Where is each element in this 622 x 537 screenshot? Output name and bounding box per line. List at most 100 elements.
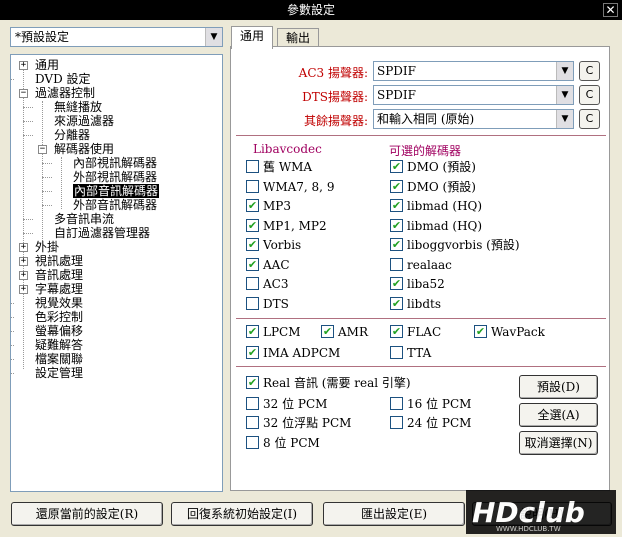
decoder-checkbox[interactable]: DTS — [246, 296, 289, 312]
checkbox-box[interactable] — [246, 436, 259, 449]
tree-item[interactable]: 外部視訊解碼器 — [73, 170, 157, 184]
decoder-checkbox[interactable]: ✔ liba52 — [390, 277, 445, 292]
decoder-checkbox[interactable]: 舊 WMA — [246, 160, 312, 175]
side-button[interactable]: 預設(D) — [519, 375, 598, 399]
decoder-checkbox[interactable]: ✔ IMA ADPCM — [246, 346, 340, 361]
tree-item[interactable]: 多音訊串流 — [54, 212, 114, 226]
tree-item[interactable]: 視訊處理 — [35, 254, 83, 268]
checkbox-box[interactable] — [246, 179, 259, 193]
tree-item[interactable]: 視覺效果 — [35, 296, 83, 310]
tree-item[interactable]: 字幕處理 — [35, 282, 83, 296]
decoder-checkbox[interactable]: AC3 — [246, 277, 288, 292]
tree-item[interactable]: 來源過濾器 — [54, 114, 114, 128]
bottom-button[interactable]: 還原當前的設定(R) — [11, 502, 163, 526]
checkbox-box[interactable]: ✔ — [390, 160, 403, 173]
checkbox-box[interactable]: ✔ — [246, 325, 259, 338]
decoder-checkbox[interactable]: ✔ liboggvorbis (預設) — [390, 238, 520, 253]
config-button[interactable]: C — [579, 61, 600, 81]
decoder-checkbox[interactable]: ✔ DMO (預設) — [390, 160, 476, 175]
tree-item[interactable]: 色彩控制 — [35, 310, 83, 324]
tree-item[interactable]: 外部音訊解碼器 — [73, 198, 157, 212]
checkbox-box[interactable]: ✔ — [390, 325, 403, 338]
decoder-checkbox[interactable]: 24 位 PCM — [390, 416, 471, 431]
speaker-select[interactable]: SPDIF ▼ — [373, 85, 574, 105]
checkbox-box[interactable]: ✔ — [246, 218, 259, 232]
decoder-checkbox[interactable]: ✔ LPCM — [246, 325, 301, 340]
decoder-checkbox[interactable]: ✔ AMR — [321, 325, 368, 340]
expand-toggle-icon[interactable]: + — [19, 243, 28, 252]
checkbox-box[interactable]: ✔ — [390, 179, 403, 193]
checkbox-box[interactable]: ✔ — [390, 296, 403, 310]
chevron-down-icon[interactable]: ▼ — [556, 62, 573, 80]
tree-item[interactable]: 外掛 — [35, 240, 59, 254]
tree-item[interactable]: 自訂過濾器管理器 — [54, 226, 150, 240]
decoder-checkbox[interactable]: 32 位 PCM — [246, 397, 327, 412]
checkbox-box[interactable] — [246, 160, 259, 173]
decoder-checkbox[interactable]: ✔ MP1, MP2 — [246, 218, 327, 234]
checkbox-box[interactable]: ✔ — [390, 238, 403, 251]
tab-general[interactable]: 通用 — [231, 26, 274, 49]
tree-item[interactable]: 音訊處理 — [35, 268, 83, 282]
checkbox-box[interactable] — [390, 346, 403, 359]
tree-item[interactable]: 分離器 — [54, 128, 90, 142]
checkbox-box[interactable] — [246, 397, 259, 410]
checkbox-box[interactable]: ✔ — [246, 238, 259, 251]
config-button[interactable]: C — [579, 85, 600, 105]
expand-toggle-icon[interactable]: + — [19, 257, 28, 266]
expand-toggle-icon[interactable]: + — [19, 271, 28, 280]
decoder-checkbox[interactable]: ✔ libmad (HQ) — [390, 218, 482, 234]
decoder-checkbox[interactable]: WMA7, 8, 9 — [246, 179, 334, 195]
tree-item[interactable]: 螢幕偏移 — [35, 324, 83, 338]
decoder-checkbox[interactable]: realaac — [390, 257, 452, 273]
checkbox-box[interactable]: ✔ — [246, 257, 259, 271]
speaker-select[interactable]: SPDIF ▼ — [373, 61, 574, 81]
checkbox-box[interactable]: ✔ — [246, 346, 259, 359]
checkbox-box[interactable] — [246, 296, 259, 310]
tree-item[interactable]: 內部音訊解碼器 — [73, 184, 160, 198]
tree-item[interactable]: 過濾器控制 — [35, 86, 95, 100]
checkbox-box[interactable]: ✔ — [390, 277, 403, 290]
expand-toggle-icon[interactable]: + — [19, 285, 28, 294]
checkbox-box[interactable]: ✔ — [474, 325, 487, 338]
settings-tree[interactable]: + 通用 DVD 設定 − 過濾器控制 無縫播放 來源過濾器 分離器 − 解碼器使用 內部視訊解碼器… — [10, 54, 223, 492]
decoder-checkbox[interactable]: 32 位浮點 PCM — [246, 416, 351, 431]
close-button[interactable]: ✕ — [603, 3, 618, 17]
bottom-button[interactable]: 回復系統初始設定(I) — [171, 502, 313, 526]
decoder-checkbox[interactable]: ✔ WavPack — [474, 325, 545, 340]
checkbox-box[interactable]: ✔ — [246, 199, 259, 212]
decoder-checkbox[interactable]: 8 位 PCM — [246, 436, 320, 451]
decoder-checkbox[interactable]: ✔ libdts — [390, 296, 441, 312]
tree-item[interactable]: 解碼器使用 — [54, 142, 114, 156]
bottom-button[interactable]: 匯出設定(E) — [323, 502, 465, 526]
side-button[interactable]: 取消選擇(N) — [519, 431, 598, 455]
decoder-checkbox[interactable]: ✔ libmad (HQ) — [390, 199, 482, 214]
checkbox-box[interactable] — [390, 416, 403, 429]
checkbox-box[interactable]: ✔ — [321, 325, 334, 338]
expand-toggle-icon[interactable]: − — [38, 145, 47, 154]
chevron-down-icon[interactable]: ▼ — [556, 110, 573, 128]
decoder-checkbox[interactable]: ✔ FLAC — [390, 325, 441, 340]
tree-item[interactable]: 無縫播放 — [54, 100, 102, 114]
decoder-checkbox[interactable]: ✔ Vorbis — [246, 238, 301, 253]
decoder-checkbox[interactable]: ✔ DMO (預設) — [390, 179, 476, 195]
tree-item[interactable]: 設定管理 — [35, 366, 83, 380]
checkbox-box[interactable] — [390, 257, 403, 271]
checkbox-box[interactable] — [246, 277, 259, 290]
chevron-down-icon[interactable]: ▼ — [556, 86, 573, 104]
decoder-checkbox[interactable]: ✔ AAC — [246, 257, 290, 273]
side-button[interactable]: 全選(A) — [519, 403, 598, 427]
speaker-select[interactable]: 和輸入相同 (原始) ▼ — [373, 109, 574, 129]
checkbox-box[interactable]: ✔ — [246, 376, 259, 389]
config-button[interactable]: C — [579, 109, 600, 129]
tree-item[interactable]: DVD 設定 — [35, 72, 91, 86]
decoder-checkbox[interactable]: ✔ Real 音訊 (需要 real 引擎) — [246, 376, 411, 391]
decoder-checkbox[interactable]: TTA — [390, 346, 431, 361]
checkbox-box[interactable]: ✔ — [390, 199, 403, 212]
decoder-checkbox[interactable]: 16 位 PCM — [390, 397, 471, 412]
checkbox-box[interactable] — [246, 416, 259, 429]
checkbox-box[interactable] — [390, 397, 403, 410]
decoder-checkbox[interactable]: ✔ MP3 — [246, 199, 291, 214]
tree-item[interactable]: 疑難解答 — [35, 338, 83, 352]
preset-select[interactable]: *預設設定 ▼ — [10, 27, 223, 47]
chevron-down-icon[interactable]: ▼ — [205, 28, 222, 46]
